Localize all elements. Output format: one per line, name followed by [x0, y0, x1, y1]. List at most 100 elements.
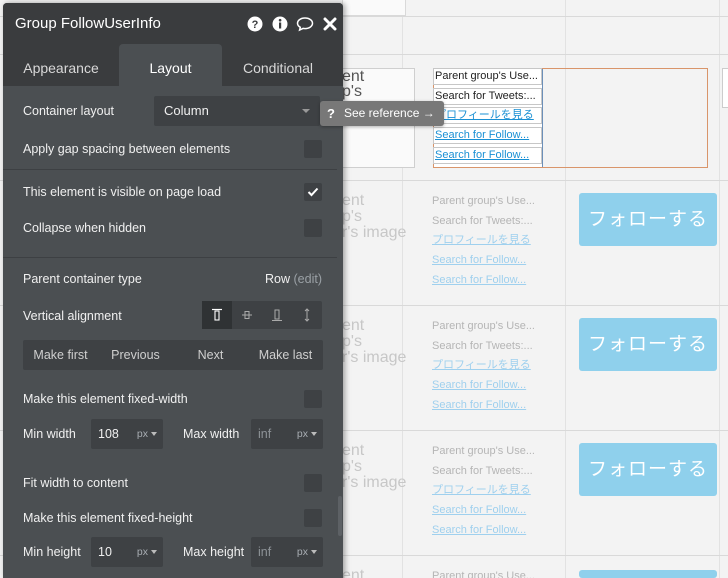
follow-button[interactable]	[579, 570, 717, 578]
fit-width-row: Fit width to content	[3, 462, 343, 503]
panel-scrollbar[interactable]	[337, 86, 343, 540]
parent-container-row: Parent container type Row (edit)	[3, 259, 343, 299]
parent-container-value[interactable]: Row (edit)	[265, 272, 322, 286]
see-reference-link[interactable]: See reference →	[342, 101, 435, 126]
search-tweets-text: Search for Tweets:...	[435, 90, 536, 102]
see-reference-tooltip[interactable]: ? See reference →	[320, 101, 444, 126]
min-height-value: 10	[98, 545, 112, 559]
min-width-unit[interactable]: px	[137, 419, 157, 449]
align-top-icon	[212, 308, 222, 321]
property-editor-panel: Group FollowUserInfo ? Appearance Layout…	[3, 3, 343, 578]
image-text: p's	[342, 208, 362, 225]
checkmark-icon	[307, 187, 319, 196]
collapse-hidden-checkbox[interactable]	[304, 218, 322, 237]
parent-group-user-text: Parent group's Use...	[432, 320, 535, 332]
min-height-unit[interactable]: px	[137, 537, 157, 567]
visible-on-load-row: This element is visible on page load	[3, 173, 343, 210]
link-element[interactable]: Search for Follow...	[433, 147, 542, 164]
max-height-placeholder: inf	[258, 545, 272, 559]
search-tweets-text: Search for Tweets:...	[432, 215, 533, 227]
max-height-label: Max height	[183, 545, 245, 559]
fixed-width-checkbox[interactable]	[304, 390, 322, 408]
chevron-down-icon	[302, 109, 310, 113]
max-width-unit[interactable]: px	[297, 419, 317, 449]
container-layout-value: Column	[164, 103, 209, 118]
fit-width-label: Fit width to content	[23, 475, 128, 490]
comment-icon[interactable]	[294, 13, 316, 35]
info-icon[interactable]	[269, 13, 291, 35]
container-layout-select[interactable]: Column	[154, 96, 320, 126]
width-row: Min width 108 px Max width inf px	[3, 418, 343, 452]
panel-title: Group FollowUserInfo	[15, 15, 161, 32]
view-profile-link[interactable]: プロフィールを見る	[432, 482, 544, 499]
visible-on-load-label: This element is visible on page load	[23, 184, 222, 199]
align-stretch-button[interactable]	[292, 301, 322, 329]
divider	[3, 257, 343, 258]
max-width-input[interactable]: inf px	[251, 419, 323, 449]
align-bottom-icon	[272, 309, 282, 321]
search-tweets-text: Search for Tweets:...	[432, 465, 533, 477]
tab-layout[interactable]: Layout	[119, 44, 222, 86]
canvas-element[interactable]	[342, 0, 406, 16]
canvas-element[interactable]	[722, 68, 728, 108]
user-card[interactable]: ent p's r's image Parent group's Use... …	[342, 318, 728, 428]
follow-button[interactable]: フォローする	[579, 318, 717, 371]
image-text: ent	[342, 192, 365, 209]
follow-button[interactable]: フォローする	[579, 443, 717, 496]
view-profile-link[interactable]: プロフィールを見る	[432, 232, 544, 249]
align-bottom-button[interactable]	[262, 301, 292, 329]
make-first-button[interactable]: Make first	[23, 340, 98, 370]
apply-gap-checkbox[interactable]	[304, 140, 322, 158]
make-last-button[interactable]: Make last	[248, 340, 323, 370]
search-follow-link[interactable]: Search for Follow...	[432, 272, 544, 289]
close-icon[interactable]	[319, 13, 341, 35]
collapse-hidden-row: Collapse when hidden	[3, 210, 343, 245]
next-button[interactable]: Next	[173, 340, 248, 370]
question-icon: ?	[327, 106, 335, 121]
text-element[interactable]: Parent group's Use...	[433, 68, 542, 85]
scrollbar-thumb[interactable]	[338, 496, 342, 536]
align-stretch-icon	[304, 308, 310, 322]
edit-link[interactable]: (edit)	[294, 272, 322, 286]
user-card[interactable]: ent p's r's image Parent group's Use... …	[342, 443, 728, 553]
visible-on-load-checkbox[interactable]	[304, 182, 322, 201]
user-card[interactable]: ent Parent group's Use...	[342, 568, 728, 578]
link-element[interactable]: Search for Follow...	[433, 127, 542, 144]
tab-conditional[interactable]: Conditional	[222, 44, 334, 86]
align-top-button[interactable]	[202, 301, 232, 329]
min-width-input[interactable]: 108 px	[91, 419, 163, 449]
search-follow-link[interactable]: Search for Follow...	[432, 502, 544, 519]
link-element[interactable]: プロフィールを見る	[433, 107, 542, 124]
order-button-group: Make first Previous Next Make last	[23, 340, 323, 370]
search-follow-link[interactable]: Search for Follow...	[432, 252, 544, 269]
follow-button[interactable]: フォローする	[579, 193, 717, 246]
align-center-button[interactable]	[232, 301, 262, 329]
parent-group-user-text: Parent group's Use...	[432, 570, 535, 578]
image-text: r's image	[342, 474, 407, 491]
image-text: p's	[342, 83, 362, 100]
max-height-input[interactable]: inf px	[251, 537, 323, 567]
fixed-height-row: Make this element fixed-height	[3, 503, 343, 533]
min-height-input[interactable]: 10 px	[91, 537, 163, 567]
search-follow-link[interactable]: Search for Follow...	[434, 147, 541, 164]
view-profile-link[interactable]: プロフィールを見る	[434, 107, 541, 124]
tab-appearance[interactable]: Appearance	[3, 44, 119, 86]
fixed-width-row: Make this element fixed-width	[3, 380, 343, 418]
search-follow-link[interactable]: Search for Follow...	[434, 127, 541, 144]
max-height-unit[interactable]: px	[297, 537, 317, 567]
panel-header[interactable]: Group FollowUserInfo ?	[3, 3, 343, 44]
parent-group-user-text: Parent group's Use...	[432, 445, 535, 457]
fit-width-checkbox[interactable]	[304, 473, 322, 492]
search-follow-link[interactable]: Search for Follow...	[432, 397, 544, 414]
previous-button[interactable]: Previous	[98, 340, 173, 370]
help-icon[interactable]: ?	[244, 13, 266, 35]
search-follow-link[interactable]: Search for Follow...	[432, 377, 544, 394]
text-element[interactable]: Search for Tweets:...	[433, 88, 542, 105]
panel-tabs: Appearance Layout Conditional	[3, 44, 343, 86]
view-profile-link[interactable]: プロフィールを見る	[432, 357, 544, 374]
search-tweets-text: Search for Tweets:...	[432, 340, 533, 352]
fixed-height-checkbox[interactable]	[304, 509, 322, 527]
user-card[interactable]: ent p's r's image Parent group's Use... …	[342, 193, 728, 303]
parent-container-type: Row	[265, 272, 291, 286]
search-follow-link[interactable]: Search for Follow...	[432, 522, 544, 539]
